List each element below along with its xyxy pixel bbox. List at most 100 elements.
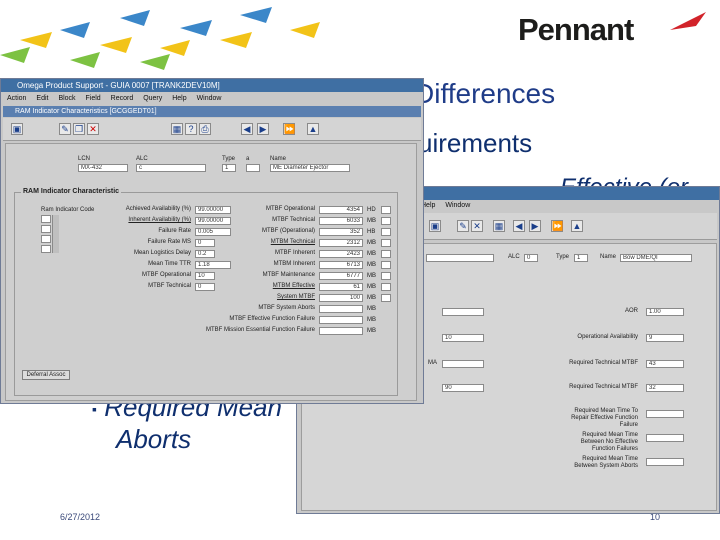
name-field[interactable]: ME Diameter Ejector — [270, 164, 350, 172]
edit-icon[interactable]: ✎ — [457, 220, 469, 232]
window1-menubar: Action Edit Block Field Record Query Hel… — [3, 93, 423, 105]
window2-type-field[interactable]: 1 — [574, 254, 588, 262]
menu-help[interactable]: Help — [172, 95, 186, 102]
window2-field-req-mtbnef[interactable] — [646, 434, 684, 442]
failure-rate-label: Failure Rate — [158, 228, 191, 234]
right-flag-8[interactable] — [381, 294, 391, 302]
right-unit-0: HD — [367, 207, 376, 213]
previous-arrow-icon[interactable]: ◀ — [513, 220, 525, 232]
ram-code-cell-1[interactable] — [41, 215, 51, 223]
lcn-label: LCN — [78, 156, 91, 162]
right-field-8[interactable]: 100 — [319, 294, 363, 302]
menu-window[interactable]: Window — [445, 202, 470, 209]
window2-field-req-mtbsa[interactable] — [646, 458, 684, 466]
right-field-3[interactable]: 2312 — [319, 239, 363, 247]
window1-panel: LCN MX-432 ALC c Type 1 a Name ME Diamet… — [5, 143, 417, 401]
right-field-11[interactable] — [319, 327, 363, 335]
window1-titlebar[interactable]: Omega Product Support - GUIA 0007 [TRANK… — [1, 79, 423, 92]
ram-indicator-group: RAM Indicator Characteristic Ram Indicat… — [14, 188, 398, 396]
right-flag-1[interactable] — [381, 217, 391, 225]
right-field-4[interactable]: 2423 — [319, 250, 363, 258]
right-flag-6[interactable] — [381, 272, 391, 280]
window2-left-field-1[interactable] — [442, 308, 484, 316]
failure-rate-ms-label: Failure Rate MS — [147, 239, 191, 245]
fast-forward-icon[interactable]: ⏩ — [283, 123, 295, 135]
window2-field-req-mtbf-2[interactable]: 32 — [646, 384, 684, 392]
window2-label-req-mtbnef: Required Mean Time Between No Effective … — [580, 432, 638, 452]
window2-field-aor[interactable]: 1.00 — [646, 308, 684, 316]
save-icon[interactable]: ▣ — [11, 123, 23, 135]
save-icon[interactable]: ▣ — [429, 220, 441, 232]
previous-arrow-icon[interactable]: ◀ — [241, 123, 253, 135]
right-field-10[interactable] — [319, 316, 363, 324]
type2-field[interactable] — [246, 164, 260, 172]
right-field-0[interactable]: 4354 — [319, 206, 363, 214]
right-unit-1: MB — [367, 218, 376, 224]
window2-menubar: Help Window — [417, 200, 719, 212]
achieved-availability-label: Achieved Availability (%) — [125, 206, 191, 212]
right-field-7[interactable]: 61 — [319, 283, 363, 291]
grid-icon[interactable]: ▦ — [171, 123, 183, 135]
ram-code-cell-4[interactable] — [41, 245, 51, 253]
copy-icon[interactable]: ❐ — [73, 123, 85, 135]
deferral-assoc-button[interactable]: Deferral Assoc — [22, 370, 70, 380]
right-flag-2[interactable] — [381, 228, 391, 236]
right-unit-2: HB — [367, 229, 376, 235]
up-arrow-icon[interactable]: ▲ — [571, 220, 583, 232]
lcn-field[interactable]: MX-432 — [78, 164, 128, 172]
window2-left-field-3[interactable] — [442, 360, 484, 368]
fast-forward-icon[interactable]: ⏩ — [551, 220, 563, 232]
window2-label-req-mtbf: Required Technical MTBF — [569, 360, 638, 366]
right-field-1[interactable]: 6033 — [319, 217, 363, 225]
type-field[interactable]: 1 — [222, 164, 236, 172]
up-arrow-icon[interactable]: ▲ — [307, 123, 319, 135]
window2-field-ao[interactable]: 9 — [646, 334, 684, 342]
stop-icon[interactable]: ✕ — [471, 220, 483, 232]
grid-icon[interactable]: ▦ — [493, 220, 505, 232]
right-flag-5[interactable] — [381, 261, 391, 269]
window2-name-field[interactable]: Bow DME/QI — [620, 254, 692, 262]
right-label-5: MTBM Inherent — [273, 261, 315, 267]
inherent-availability-label: Inherent Availability (%) — [128, 217, 191, 223]
right-unit-4: MB — [367, 251, 376, 257]
menu-action[interactable]: Action — [7, 95, 26, 102]
name-tiny-label: a — [246, 156, 250, 162]
delete-icon[interactable]: ✕ — [87, 123, 99, 135]
window2-label-ao: Operational Availability — [577, 334, 638, 340]
right-flag-0[interactable] — [381, 206, 391, 214]
window2-field-req-mttr[interactable] — [646, 410, 684, 418]
next-arrow-icon[interactable]: ▶ — [529, 220, 541, 232]
print-icon[interactable]: ⎙ — [199, 123, 211, 135]
name-label: Name — [270, 156, 287, 162]
ram-code-scrollbar[interactable] — [52, 215, 59, 253]
menu-field[interactable]: Field — [86, 95, 101, 102]
menu-record[interactable]: Record — [111, 95, 134, 102]
right-label-9: MTBF System Aborts — [258, 305, 315, 311]
right-flag-7[interactable] — [381, 283, 391, 291]
right-field-6[interactable]: 6777 — [319, 272, 363, 280]
right-flag-3[interactable] — [381, 239, 391, 247]
query-icon[interactable]: ? — [185, 123, 197, 135]
window2-left-field-4[interactable]: 90 — [442, 384, 484, 392]
alc-field[interactable]: c — [136, 164, 206, 172]
window2-left-field-2[interactable]: 10 — [442, 334, 484, 342]
right-field-5[interactable]: 6713 — [319, 261, 363, 269]
right-label-11: MTBF Mission Essential Function Failure — [205, 327, 315, 333]
right-field-2[interactable]: 352 — [319, 228, 363, 236]
menu-window[interactable]: Window — [197, 95, 222, 102]
mtbf-operational-left-label: MTBF Operational — [141, 272, 191, 278]
right-field-9[interactable] — [319, 305, 363, 313]
window2-lcn-field[interactable] — [426, 254, 494, 262]
right-flag-4[interactable] — [381, 250, 391, 258]
ram-code-cell-2[interactable] — [41, 225, 51, 233]
ram-code-cell-3[interactable] — [41, 235, 51, 243]
next-arrow-icon[interactable]: ▶ — [257, 123, 269, 135]
menu-query[interactable]: Query — [143, 95, 162, 102]
window2-field-req-mtbf[interactable]: 43 — [646, 360, 684, 368]
pennant-flag-icon — [670, 12, 706, 30]
menu-block[interactable]: Block — [58, 95, 75, 102]
right-unit-8: MB — [367, 295, 376, 301]
edit-icon[interactable]: ✎ — [59, 123, 71, 135]
window2-alc-field[interactable]: 0 — [524, 254, 538, 262]
menu-edit[interactable]: Edit — [36, 95, 48, 102]
